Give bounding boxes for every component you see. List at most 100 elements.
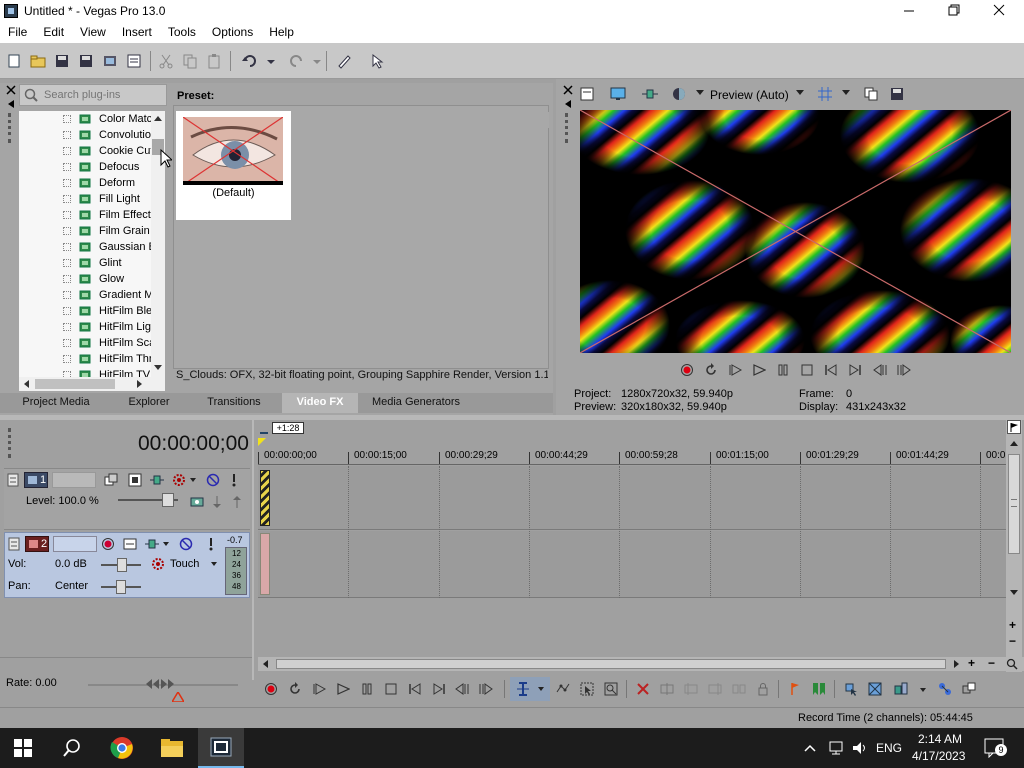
- plugin-tree-item[interactable]: Color Match: [19, 111, 151, 127]
- menu-edit[interactable]: Edit: [35, 22, 72, 43]
- zoom-timeline-tool-icon[interactable]: [604, 682, 618, 696]
- mute-icon[interactable]: [206, 473, 220, 487]
- menu-options[interactable]: Options: [204, 22, 261, 43]
- vscroll-down-icon[interactable]: [1010, 590, 1018, 596]
- preview-properties-icon[interactable]: [580, 87, 594, 101]
- tab-transitions[interactable]: Transitions: [186, 393, 282, 413]
- paste-icon[interactable]: [206, 53, 222, 69]
- pan-slider-thumb[interactable]: [116, 580, 126, 594]
- plugin-tree-item[interactable]: HitFilm Light Fl: [19, 319, 151, 335]
- record-icon[interactable]: [264, 682, 278, 696]
- menu-insert[interactable]: Insert: [114, 22, 160, 43]
- plugin-tree-item[interactable]: Gradient Map: [19, 287, 151, 303]
- pan-slider[interactable]: [101, 580, 141, 594]
- video-track-header[interactable]: 1 Level: 100.0 %: [4, 468, 250, 530]
- play-icon[interactable]: [752, 363, 766, 377]
- scroll-down-icon[interactable]: [154, 365, 162, 371]
- menu-help[interactable]: Help: [261, 22, 302, 43]
- lock-envelopes-icon[interactable]: [938, 682, 952, 696]
- make-compositing-child-icon[interactable]: [210, 495, 224, 509]
- plugin-tree-item[interactable]: HitFilm Three S: [19, 351, 151, 367]
- plugin-tree-item[interactable]: Deform: [19, 175, 151, 191]
- copy-snapshot-icon[interactable]: [864, 87, 878, 101]
- stop-icon[interactable]: [800, 363, 814, 377]
- go-to-end-icon[interactable]: [432, 682, 446, 696]
- trim-start-icon[interactable]: [684, 682, 698, 696]
- marker-flag-icon[interactable]: [1007, 420, 1021, 434]
- hscroll-right-icon[interactable]: [954, 660, 960, 668]
- zoom-tool-icon[interactable]: [1006, 658, 1018, 670]
- edit-tool-icon[interactable]: [336, 53, 352, 69]
- overlays-dropdown-icon[interactable]: [842, 90, 850, 96]
- search-plugins-box[interactable]: [19, 84, 167, 106]
- input-language[interactable]: ENG: [876, 741, 902, 755]
- insert-region-icon[interactable]: [812, 682, 826, 696]
- timecode-display[interactable]: 00:00:00;00: [138, 432, 249, 456]
- next-frame-icon[interactable]: [478, 682, 493, 696]
- hscroll-left-icon[interactable]: [262, 660, 268, 668]
- panel-grip[interactable]: [565, 113, 569, 143]
- record-icon[interactable]: [680, 363, 694, 377]
- network-icon[interactable]: [828, 740, 844, 756]
- scrub-control[interactable]: [88, 679, 238, 702]
- vscroll-up-icon[interactable]: [1010, 440, 1018, 446]
- close-panel-icon[interactable]: [6, 85, 16, 95]
- plugin-tree-item[interactable]: HitFilm TV Dam: [19, 367, 151, 377]
- save-as-icon[interactable]: [78, 53, 94, 69]
- plugin-tree-item[interactable]: Film Effects: [19, 207, 151, 223]
- panel-grip[interactable]: [8, 113, 12, 143]
- delete-icon[interactable]: [636, 682, 650, 696]
- tab-video-fx[interactable]: Video FX: [282, 393, 358, 413]
- whats-this-help-icon[interactable]: [370, 53, 386, 69]
- lock-icon[interactable]: [756, 682, 770, 696]
- menu-view[interactable]: View: [72, 22, 114, 43]
- normal-rate-marker-icon[interactable]: [172, 692, 184, 702]
- track-minimize-icon[interactable]: [7, 473, 19, 487]
- automation-settings-icon[interactable]: [151, 557, 165, 571]
- redo-history-dropdown-icon[interactable]: [312, 53, 322, 69]
- search-icon[interactable]: [62, 738, 82, 758]
- ignore-event-grouping-icon[interactable]: [962, 682, 976, 696]
- volume-slider[interactable]: [101, 558, 141, 572]
- level-slider[interactable]: [118, 493, 178, 507]
- timeline-marker[interactable]: +1:28: [258, 422, 306, 436]
- video-track-name-field[interactable]: [52, 472, 96, 488]
- timeline-vscrollbar[interactable]: + −: [1006, 420, 1022, 672]
- menu-file[interactable]: File: [0, 22, 35, 43]
- invert-phase-icon[interactable]: [123, 537, 137, 551]
- plugin-tree-item[interactable]: HitFilm Bleach: [19, 303, 151, 319]
- play-from-start-icon[interactable]: [728, 363, 742, 377]
- zoom-in-horizontal-icon[interactable]: +: [968, 656, 975, 670]
- new-file-icon[interactable]: [6, 53, 22, 69]
- split-screen-icon[interactable]: [672, 87, 686, 101]
- save-snapshot-icon[interactable]: [890, 87, 904, 101]
- properties-icon[interactable]: [126, 53, 142, 69]
- automation-mode-value[interactable]: Touch: [170, 558, 199, 570]
- pause-icon[interactable]: [776, 363, 790, 377]
- previous-frame-icon[interactable]: [872, 363, 887, 377]
- audio-track-fx-icon[interactable]: [145, 537, 159, 551]
- video-effects-icon[interactable]: [642, 87, 658, 101]
- hscroll-thumb[interactable]: [276, 659, 946, 669]
- show-hidden-icons-icon[interactable]: [804, 744, 816, 752]
- external-monitor-icon[interactable]: [610, 87, 626, 101]
- previous-frame-icon[interactable]: [454, 682, 469, 696]
- preview-quality-value[interactable]: Preview (Auto): [710, 88, 789, 102]
- tab-media-generators[interactable]: Media Generators: [358, 393, 474, 413]
- menu-tools[interactable]: Tools: [160, 22, 204, 43]
- automation-settings-icon[interactable]: [172, 473, 186, 487]
- plugin-tree-item[interactable]: Film Grain: [19, 223, 151, 239]
- loop-playback-icon[interactable]: [288, 682, 302, 696]
- plugin-tree-item[interactable]: Gaussian Blur: [19, 239, 151, 255]
- minimize-button[interactable]: [898, 2, 920, 20]
- tab-project-media[interactable]: Project Media: [0, 393, 112, 413]
- automation-mode-dropdown-icon[interactable]: [211, 562, 217, 566]
- plugin-tree-hscrollbar[interactable]: [19, 377, 165, 391]
- mute-icon[interactable]: [179, 537, 193, 551]
- plugin-tree-item[interactable]: HitFilm Scan Lin: [19, 335, 151, 351]
- loop-playback-icon[interactable]: [704, 363, 718, 377]
- cut-icon[interactable]: [158, 53, 174, 69]
- volume-icon[interactable]: [852, 740, 868, 756]
- hscroll-thumb[interactable]: [35, 379, 115, 389]
- undo-history-dropdown-icon[interactable]: [266, 53, 276, 69]
